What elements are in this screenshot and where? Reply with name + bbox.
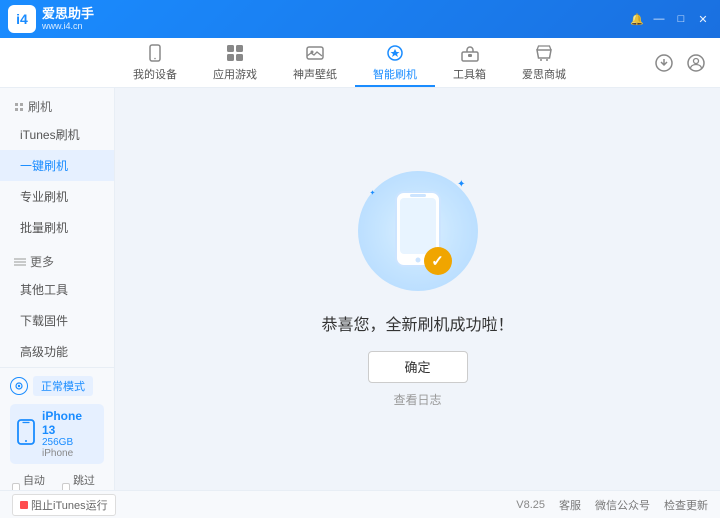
nav-item-smart-flash[interactable]: 智能刷机 <box>355 38 435 87</box>
sparkle-top-left: ✦ <box>370 189 376 197</box>
stop-itunes-button[interactable]: 阻止iTunes运行 <box>12 494 116 516</box>
checkbox-box-activate[interactable] <box>12 483 20 491</box>
apps-icon <box>224 42 246 64</box>
sidebar-item-download-fw[interactable]: 下载固件 <box>0 305 114 336</box>
device-checkboxes: 自动激活 跳过向导 <box>10 472 104 490</box>
footer-right: V8.25 客服 微信公众号 检查更新 <box>516 497 708 513</box>
sidebar-section-more: 更多 <box>0 243 114 274</box>
version-label: V8.25 <box>516 499 545 511</box>
window-controls: 🔔 — □ ✕ <box>628 10 712 28</box>
sidebar-item-advanced[interactable]: 高级功能 <box>0 336 114 367</box>
sidebar: 刷机 iTunes刷机 一键刷机 专业刷机 批量刷机 更多 其他工具 下载固件 <box>0 88 115 490</box>
view-log-link[interactable]: 查看日志 <box>393 391 441 408</box>
footer-left: 阻止iTunes运行 <box>12 494 116 516</box>
device-icon <box>144 42 166 64</box>
confirm-button[interactable]: 确定 <box>368 351 468 383</box>
success-message: 恭喜您，全新刷机成功啦！ <box>321 311 513 335</box>
logo-icon: i4 <box>8 5 36 33</box>
nav-item-store[interactable]: 爱思商城 <box>504 38 584 87</box>
app-logo: i4 爱思助手 www.i4.cn <box>8 5 94 33</box>
main-layout: 刷机 iTunes刷机 一键刷机 专业刷机 批量刷机 更多 其他工具 下载固件 <box>0 88 720 490</box>
notification-icon[interactable]: 🔔 <box>628 10 646 28</box>
nav-bar: 我的设备 应用游戏 神声壁纸 智能 <box>0 38 720 88</box>
sidebar-item-itunes-flash[interactable]: iTunes刷机 <box>0 119 114 150</box>
smart-flash-icon <box>384 42 406 64</box>
logo-text: 爱思助手 www.i4.cn <box>42 6 94 32</box>
sidebar-item-onekey-flash[interactable]: 一键刷机 <box>0 150 114 181</box>
user-nav-icon[interactable] <box>684 51 708 75</box>
check-badge: ✓ <box>424 247 452 275</box>
wallpaper-icon <box>304 42 326 64</box>
checkbox-box-skip[interactable] <box>62 483 70 491</box>
phone-icon <box>16 419 36 450</box>
success-circle: ✦ ✦ ✓ <box>358 171 478 291</box>
device-mode: 正常模式 <box>10 376 104 396</box>
nav-item-my-device[interactable]: 我的设备 <box>115 38 195 87</box>
minimize-button[interactable]: — <box>650 10 668 28</box>
sparkle-top-right: ✦ <box>457 179 465 190</box>
stop-icon <box>20 501 28 509</box>
download-nav-icon[interactable] <box>652 51 676 75</box>
check-update-link[interactable]: 检查更新 <box>664 497 708 513</box>
content-area: ✦ ✦ ✓ 恭喜您，全新刷机成功啦！ 确定 查看日志 <box>115 88 720 490</box>
title-bar: i4 爱思助手 www.i4.cn 🔔 — □ ✕ <box>0 0 720 38</box>
sidebar-section-flash: 刷机 <box>0 88 114 119</box>
close-button[interactable]: ✕ <box>694 10 712 28</box>
maximize-button[interactable]: □ <box>672 10 690 28</box>
mode-icon <box>10 377 28 395</box>
nav-item-apps[interactable]: 应用游戏 <box>195 38 275 87</box>
nav-right-actions <box>652 38 720 87</box>
wechat-link[interactable]: 微信公众号 <box>595 497 650 513</box>
footer: 阻止iTunes运行 V8.25 客服 微信公众号 检查更新 <box>0 490 720 518</box>
phone-illustration: ✓ <box>392 190 444 271</box>
sidebar-item-other-tools[interactable]: 其他工具 <box>0 274 114 305</box>
nav-item-toolbox[interactable]: 工具箱 <box>435 38 504 87</box>
device-panel: 正常模式 iPhone 13 256GB iPhone <box>0 367 114 490</box>
device-info: iPhone 13 256GB iPhone <box>10 404 104 464</box>
skip-guide-checkbox[interactable]: 跳过向导 <box>62 472 102 490</box>
sidebar-item-batch-flash[interactable]: 批量刷机 <box>0 212 114 243</box>
toolbox-icon <box>459 42 481 64</box>
device-details: iPhone 13 256GB iPhone <box>42 409 98 459</box>
nav-item-wallpaper[interactable]: 神声壁纸 <box>275 38 355 87</box>
auto-activate-checkbox[interactable]: 自动激活 <box>12 472 52 490</box>
store-icon <box>533 42 555 64</box>
support-link[interactable]: 客服 <box>559 497 581 513</box>
sidebar-item-pro-flash[interactable]: 专业刷机 <box>0 181 114 212</box>
